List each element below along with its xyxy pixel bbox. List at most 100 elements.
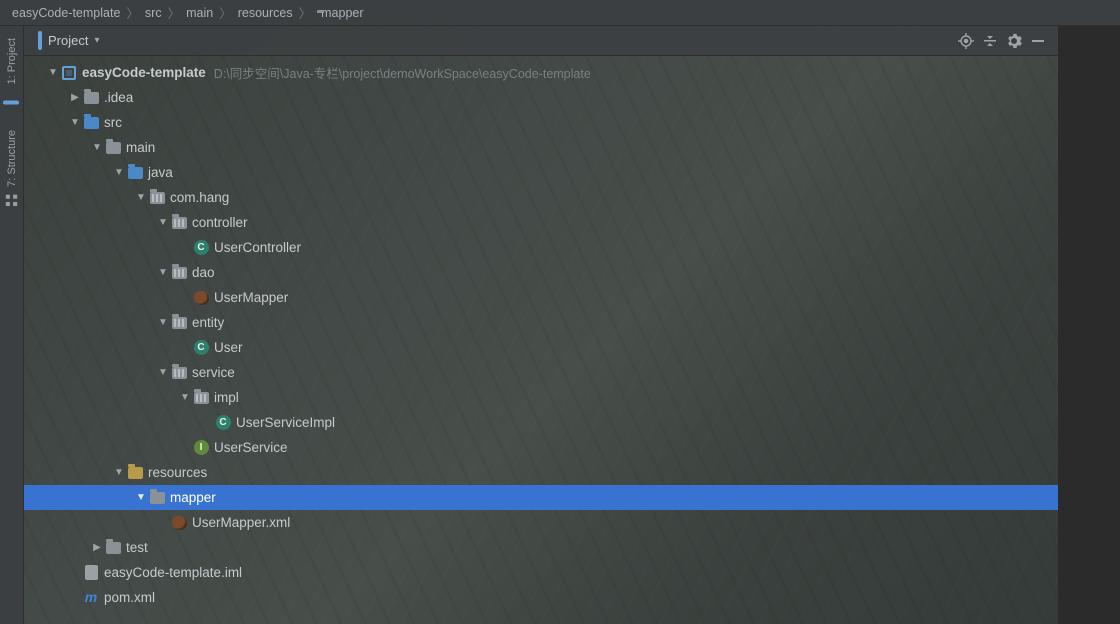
expand-arrow-icon[interactable]: ▼	[156, 367, 170, 378]
node-label: UserServiceImpl	[236, 415, 335, 430]
structure-icon	[5, 193, 19, 207]
project-view-label: Project	[48, 33, 88, 48]
project-toolbar: Project ▾	[24, 26, 1058, 56]
left-tool-gutter: 1: Project 7: Structure	[0, 26, 24, 624]
expand-arrow-icon[interactable]: ▶	[68, 92, 82, 103]
tree-node[interactable]: UserMapper	[24, 285, 1058, 310]
gutter-tab-label: 1: Project	[6, 38, 18, 84]
expand-arrow-icon[interactable]: ▼	[112, 467, 126, 478]
node-label: .idea	[104, 90, 133, 105]
tree-node[interactable]: ▼main	[24, 135, 1058, 160]
locate-icon[interactable]	[954, 29, 978, 53]
crumb-0[interactable]: easyCode-template	[8, 6, 124, 20]
chevron-down-icon: ▾	[94, 35, 99, 46]
node-icon: I	[192, 439, 210, 457]
tree-node[interactable]: ▼ entity	[24, 310, 1058, 335]
node-icon	[104, 139, 122, 157]
project-icon	[38, 33, 42, 48]
tree-node[interactable]: CUserController	[24, 235, 1058, 260]
breadcrumb: easyCode-template 〉 src 〉 main 〉 resourc…	[0, 0, 1120, 26]
project-icon	[5, 90, 19, 104]
gutter-tab-label: 7: Structure	[6, 130, 18, 187]
project-view-selector[interactable]: Project ▾	[32, 31, 106, 50]
expand-arrow-icon[interactable]: ▼	[68, 117, 82, 128]
expand-arrow-icon[interactable]: ▼	[178, 392, 192, 403]
node-label: User	[214, 340, 243, 355]
tree-node[interactable]: ▼service	[24, 360, 1058, 385]
expand-arrow-icon[interactable]: ▼	[134, 492, 148, 503]
tree-node[interactable]: CUserServiceImpl	[24, 410, 1058, 435]
tree-node[interactable]: UserMapper.xml	[24, 510, 1058, 535]
tree-node[interactable]: ▼ mapper	[24, 485, 1058, 510]
project-tree-container: ▼easyCode-templateD:\同步空间\Java-专栏\projec…	[24, 56, 1058, 624]
tree-node[interactable]: ▼ impl	[24, 385, 1058, 410]
tree-node[interactable]: I UserService	[24, 435, 1058, 460]
expand-arrow-icon[interactable]: ▼	[156, 217, 170, 228]
node-label: java	[148, 165, 173, 180]
node-label: controller	[192, 215, 248, 230]
expand-arrow-icon[interactable]: ▼	[134, 192, 148, 203]
tree-node[interactable]: ▼ controller	[24, 210, 1058, 235]
expand-arrow-icon[interactable]: ▼	[112, 167, 126, 178]
node-icon	[82, 89, 100, 107]
tree-node[interactable]: ▶ .idea	[24, 85, 1058, 110]
expand-arrow-icon[interactable]: ▶	[90, 542, 104, 553]
node-icon	[170, 364, 188, 382]
crumb-4[interactable]: mapper	[313, 6, 367, 20]
crumb-3[interactable]: resources	[234, 6, 297, 20]
node-label: test	[126, 540, 148, 555]
tree-node[interactable]: ▼ java	[24, 160, 1058, 185]
module-icon	[60, 64, 78, 82]
hide-icon[interactable]	[1026, 29, 1050, 53]
tree-node[interactable]: ▶ test	[24, 535, 1058, 560]
crumb-label: main	[186, 6, 213, 20]
collapse-all-icon[interactable]	[978, 29, 1002, 53]
crumb-2[interactable]: main	[182, 6, 217, 20]
node-icon	[148, 189, 166, 207]
node-icon	[170, 514, 188, 532]
tree-node[interactable]: easyCode-template.iml	[24, 560, 1058, 585]
node-icon	[170, 214, 188, 232]
expand-arrow-icon[interactable]: ▼	[156, 317, 170, 328]
project-tree[interactable]: ▼easyCode-templateD:\同步空间\Java-专栏\projec…	[24, 56, 1058, 620]
node-icon	[104, 539, 122, 557]
crumb-sep: 〉	[297, 3, 314, 22]
tree-node[interactable]: ▼ resources	[24, 460, 1058, 485]
node-label: com.hang	[170, 190, 229, 205]
crumb-label: easyCode-template	[12, 6, 120, 20]
node-icon	[82, 564, 100, 582]
tree-node[interactable]: CUser	[24, 335, 1058, 360]
expand-arrow-icon[interactable]: ▼	[46, 67, 60, 78]
node-icon	[192, 389, 210, 407]
node-label: pom.xml	[104, 590, 155, 605]
gutter-tab-structure[interactable]: 7: Structure	[3, 124, 21, 213]
crumb-sep: 〉	[124, 3, 141, 22]
node-label: entity	[192, 315, 224, 330]
expand-arrow-icon[interactable]: ▼	[90, 142, 104, 153]
node-icon	[126, 164, 144, 182]
node-label: easyCode-template.iml	[104, 565, 242, 580]
node-label: mapper	[170, 490, 216, 505]
crumb-1[interactable]: src	[141, 6, 166, 20]
expand-arrow-icon[interactable]: ▼	[156, 267, 170, 278]
tree-node[interactable]: ▼ com.hang	[24, 185, 1058, 210]
gutter-tab-project[interactable]: 1: Project	[3, 32, 21, 110]
node-label: UserController	[214, 240, 301, 255]
node-label: UserService	[214, 440, 288, 455]
right-gutter	[1058, 26, 1120, 624]
tree-node[interactable]: mpom.xml	[24, 585, 1058, 610]
tree-node[interactable]: ▼dao	[24, 260, 1058, 285]
node-label: UserMapper	[214, 290, 288, 305]
tree-root[interactable]: ▼easyCode-templateD:\同步空间\Java-专栏\projec…	[24, 60, 1058, 85]
node-label: src	[104, 115, 122, 130]
node-label: impl	[214, 390, 239, 405]
app-root: easyCode-template 〉 src 〉 main 〉 resourc…	[0, 0, 1120, 624]
settings-icon[interactable]	[1002, 29, 1026, 53]
tree-node[interactable]: ▼ src	[24, 110, 1058, 135]
node-path-hint: D:\同步空间\Java-专栏\project\demoWorkSpace\ea…	[214, 63, 591, 82]
node-icon	[170, 314, 188, 332]
node-icon	[170, 264, 188, 282]
crumb-sep: 〉	[217, 3, 234, 22]
node-label: resources	[148, 465, 207, 480]
body: 1: Project 7: Structure Project ▾	[0, 26, 1120, 624]
